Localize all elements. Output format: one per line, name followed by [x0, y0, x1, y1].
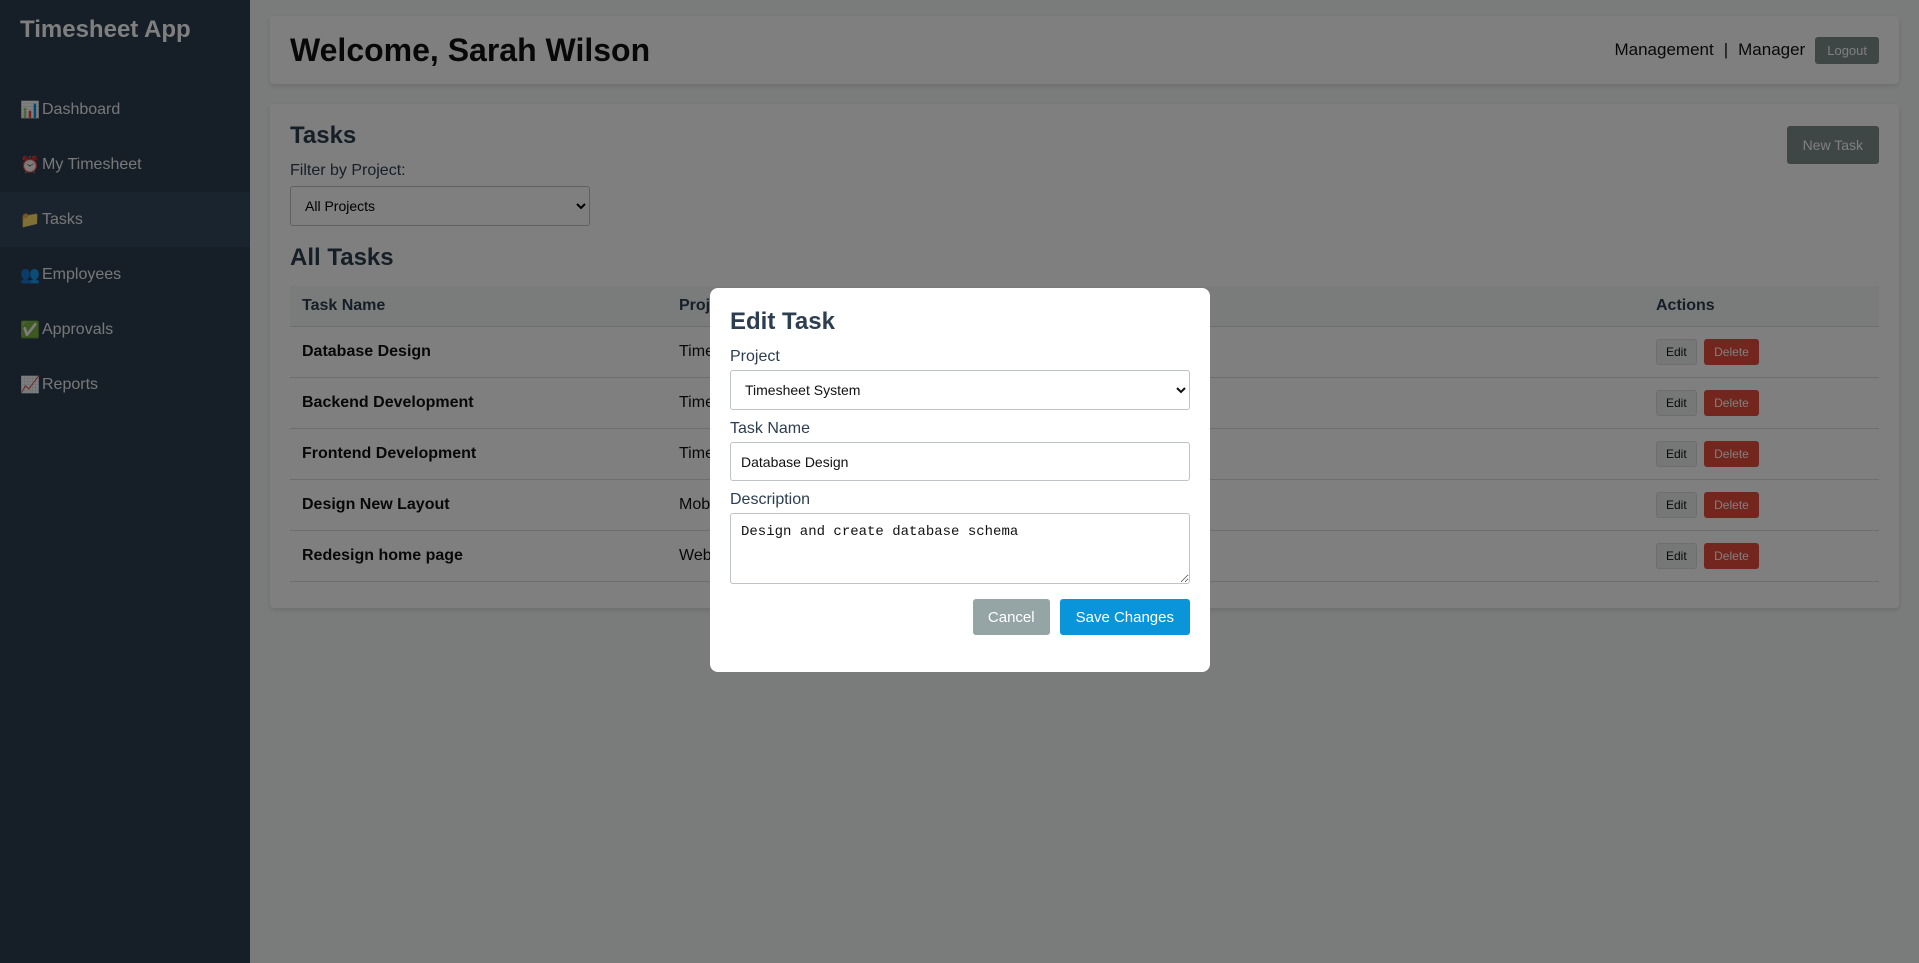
project-label: Project	[730, 348, 780, 365]
modal-actions: Cancel Save Changes	[730, 599, 1190, 635]
task-name-field-group: Task Name	[730, 420, 1190, 481]
task-name-input[interactable]	[730, 442, 1190, 481]
modal-title: Edit Task	[730, 308, 835, 335]
description-field-group: Description Design and create database s…	[730, 491, 1190, 589]
cancel-button[interactable]: Cancel	[972, 599, 1050, 635]
description-label: Description	[730, 491, 811, 508]
save-changes-button[interactable]: Save Changes	[1059, 599, 1190, 635]
description-textarea[interactable]: Design and create database schema	[730, 513, 1190, 584]
project-field-group: Project Timesheet System	[730, 348, 1190, 410]
edit-task-modal: Edit Task Project Timesheet System Task …	[710, 288, 1210, 672]
task-name-label: Task Name	[730, 420, 811, 437]
project-select[interactable]: Timesheet System	[730, 370, 1190, 410]
